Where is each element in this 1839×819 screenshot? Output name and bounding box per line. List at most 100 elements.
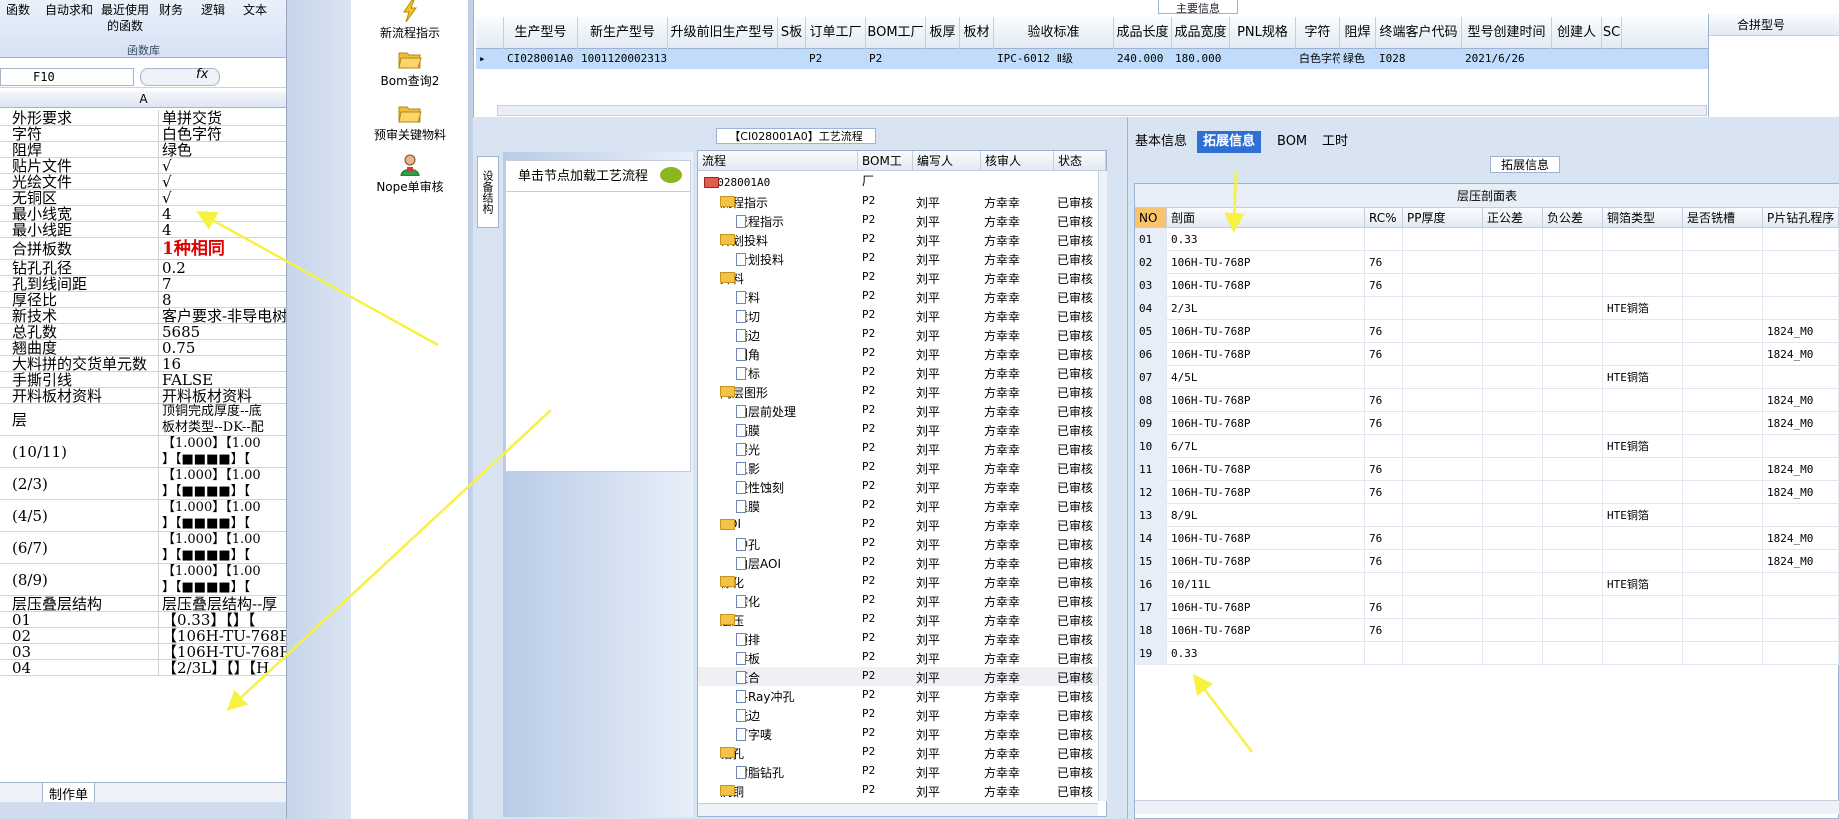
tree-node[interactable]: 圆角 xyxy=(736,346,760,363)
tree-node[interactable]: 磨边 xyxy=(736,327,760,344)
tree-row[interactable]: 退膜 P2 刘平 方幸幸 已审核 xyxy=(698,496,1098,515)
lamination-cell[interactable] xyxy=(1603,527,1683,550)
lamination-cell[interactable]: 02 xyxy=(1135,251,1167,274)
cell-a[interactable]: 外形要求 xyxy=(12,110,72,125)
cell-b[interactable]: 1种相同 xyxy=(162,238,286,259)
cell-b[interactable]: 开料板材资料 xyxy=(162,388,286,403)
main-cell[interactable]: P2 xyxy=(866,49,926,69)
cell-b[interactable]: 【1.000】【1.00 xyxy=(162,468,286,483)
lamination-cell[interactable] xyxy=(1365,435,1403,458)
lamination-cell[interactable] xyxy=(1683,642,1763,665)
cell-b[interactable]: √ xyxy=(162,174,286,189)
cell-a[interactable]: 厚径比 xyxy=(12,292,57,307)
lamination-cell[interactable] xyxy=(1403,412,1483,435)
lamination-cell[interactable] xyxy=(1403,320,1483,343)
tree-row[interactable]: 酸性蚀刻 P2 刘平 方幸幸 已审核 xyxy=(698,477,1098,496)
tree-row[interactable]: 裁切 P2 刘平 方幸幸 已审核 xyxy=(698,306,1098,325)
lamination-cell[interactable] xyxy=(1543,481,1603,504)
cell-a[interactable]: 字符 xyxy=(12,126,42,141)
tree-column-header[interactable]: BOM工厂 xyxy=(858,151,913,188)
lamination-cell[interactable] xyxy=(1603,228,1683,251)
main-cell[interactable] xyxy=(668,49,778,69)
lamination-cell[interactable]: HTE铜箔 xyxy=(1603,435,1683,458)
lamination-cell[interactable]: 6/7L xyxy=(1167,435,1365,458)
lamination-cell[interactable] xyxy=(1683,274,1763,297)
cell-a[interactable]: 01 xyxy=(12,612,31,627)
cell-a[interactable]: 新技术 xyxy=(12,308,57,323)
lamination-cell[interactable] xyxy=(1543,596,1603,619)
lamination-row[interactable]: 12 106H-TU-768P 76 1824_M0 xyxy=(1135,481,1839,504)
lamination-cell[interactable]: 106H-TU-768P xyxy=(1167,343,1365,366)
lamination-cell[interactable] xyxy=(1763,297,1839,320)
ribbon-logic-button[interactable]: 逻辑 xyxy=(198,2,228,18)
cell-b[interactable]: 【2/3L】【】【H xyxy=(162,660,286,675)
tree-row[interactable]: 排板 P2 刘平 方幸幸 已审核 xyxy=(698,648,1098,667)
lamination-cell[interactable]: 76 xyxy=(1365,412,1403,435)
lamination-row[interactable]: 05 106H-TU-768P 76 1824_M0 xyxy=(1135,320,1839,343)
main-cell[interactable] xyxy=(960,49,994,69)
lamination-cell[interactable]: 1824_M0 xyxy=(1763,481,1839,504)
lamination-cell[interactable]: 1824_M0 xyxy=(1763,343,1839,366)
tree-node[interactable]: −计划投料 xyxy=(720,232,768,249)
lamination-cell[interactable]: 1824_M0 xyxy=(1763,550,1839,573)
cell-a[interactable]: 最小线宽 xyxy=(12,206,72,221)
cell-b[interactable]: √ xyxy=(162,190,286,205)
main-cell[interactable]: 白色字符 xyxy=(1296,49,1340,69)
tree-node[interactable]: −沉铜 xyxy=(720,783,744,800)
cell-b-line2[interactable]: 】【■■■■】【 xyxy=(162,484,286,499)
lamination-cell[interactable] xyxy=(1603,274,1683,297)
tree-node[interactable]: 显影 xyxy=(736,460,760,477)
lamination-cell[interactable]: HTE铜箔 xyxy=(1603,504,1683,527)
lamination-row[interactable]: 19 0.33 xyxy=(1135,642,1839,665)
lamination-cell[interactable] xyxy=(1403,389,1483,412)
lamination-cell[interactable] xyxy=(1603,481,1683,504)
lamination-cell[interactable]: 11 xyxy=(1135,458,1167,481)
cell-a[interactable]: (2/3) xyxy=(12,468,48,499)
main-cell[interactable] xyxy=(1230,49,1296,69)
lamination-cell[interactable] xyxy=(1543,504,1603,527)
lamination-cell[interactable] xyxy=(1543,274,1603,297)
lamination-cell[interactable] xyxy=(1543,527,1603,550)
lamination-cell[interactable]: 106H-TU-768P xyxy=(1167,458,1365,481)
lamination-cell[interactable] xyxy=(1483,642,1543,665)
lamination-cell[interactable] xyxy=(1483,550,1543,573)
cell-a[interactable]: 层 xyxy=(12,404,27,435)
lamination-cell[interactable] xyxy=(1543,642,1603,665)
lamination-cell[interactable] xyxy=(1365,297,1403,320)
cell-a[interactable]: (4/5) xyxy=(12,500,48,531)
lamination-cell[interactable]: 18 xyxy=(1135,619,1167,642)
cell-b[interactable]: 【1.000】【1.00 xyxy=(162,532,286,547)
lamination-cell[interactable]: 1824_M0 xyxy=(1763,412,1839,435)
tree-row[interactable]: −沉铜 P2 刘平 方幸幸 已审核 xyxy=(698,781,1098,800)
lamination-column-header[interactable]: 负公差 xyxy=(1543,208,1603,228)
lamination-row[interactable]: 07 4/5L HTE铜箔 xyxy=(1135,366,1839,389)
lamination-cell[interactable] xyxy=(1683,297,1763,320)
lamination-cell[interactable] xyxy=(1683,527,1763,550)
cell-a[interactable]: 翘曲度 xyxy=(12,340,57,355)
tree-node[interactable]: X-Ray冲孔 xyxy=(736,688,794,705)
cell-b-line2[interactable]: 】【■■■■】【 xyxy=(162,452,286,467)
lamination-cell[interactable]: 8/9L xyxy=(1167,504,1365,527)
lamination-cell[interactable]: 08 xyxy=(1135,389,1167,412)
tab-basic-info[interactable]: 基本信息 xyxy=(1129,131,1193,153)
bom-query-tool[interactable]: Bom查询2 xyxy=(351,48,469,89)
ribbon-autosum-button[interactable]: 自动求和 xyxy=(44,2,94,18)
lamination-cell[interactable] xyxy=(1543,435,1603,458)
ribbon-finance-button[interactable]: 财务 xyxy=(156,2,186,18)
lamination-cell[interactable] xyxy=(1683,343,1763,366)
lamination-cell[interactable] xyxy=(1403,274,1483,297)
lamination-cell[interactable] xyxy=(1603,251,1683,274)
cell-b[interactable]: 客户要求-非导电树 xyxy=(162,308,286,323)
lamination-cell[interactable]: 106H-TU-768P xyxy=(1167,320,1365,343)
lamination-cell[interactable] xyxy=(1403,435,1483,458)
tree-row[interactable]: 磨边 P2 刘平 方幸幸 已审核 xyxy=(698,325,1098,344)
ribbon-recent-functions-button[interactable]: 最近使用的函数 xyxy=(98,2,152,34)
lamination-cell[interactable]: 14 xyxy=(1135,527,1167,550)
lamination-cell[interactable] xyxy=(1683,458,1763,481)
cell-a[interactable]: 阻焊 xyxy=(12,142,42,157)
cell-b[interactable]: 【1.000】【1.00 xyxy=(162,436,286,451)
cell-b[interactable]: 7 xyxy=(162,276,286,291)
lamination-cell[interactable]: 0.33 xyxy=(1167,642,1365,665)
lamination-cell[interactable] xyxy=(1483,366,1543,389)
tree-row[interactable]: −CI028001A0 xyxy=(698,173,1098,192)
